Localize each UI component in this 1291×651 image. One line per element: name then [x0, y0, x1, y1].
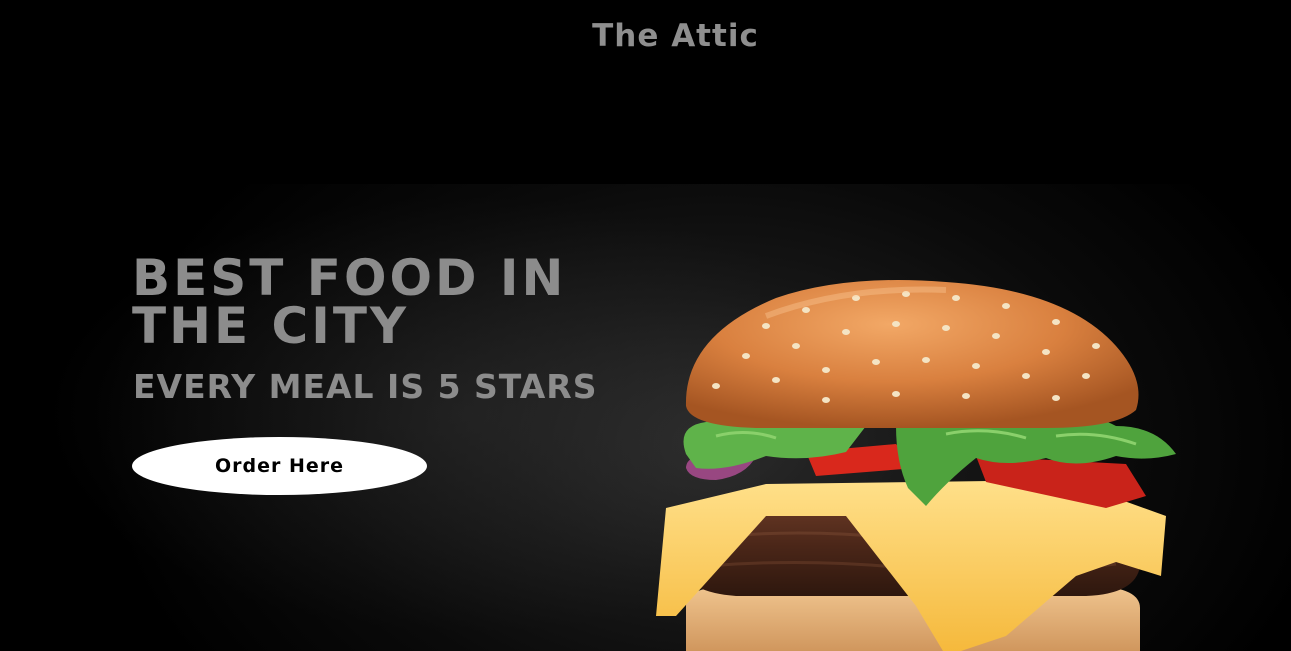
hero-section: BEST FOOD IN THE CITY EVERY MEAL IS 5 ST… — [0, 184, 1291, 651]
page: The Attic BEST FOOD IN THE CITY EVERY ME… — [0, 0, 1291, 651]
hero-subheadline: EVERY MEAL IS 5 STARS — [133, 367, 598, 406]
order-here-button[interactable]: Order Here — [132, 437, 427, 495]
hero-headline: BEST FOOD IN THE CITY — [132, 249, 567, 355]
burger-image — [656, 280, 1176, 651]
site-title: The Attic — [592, 18, 759, 54]
